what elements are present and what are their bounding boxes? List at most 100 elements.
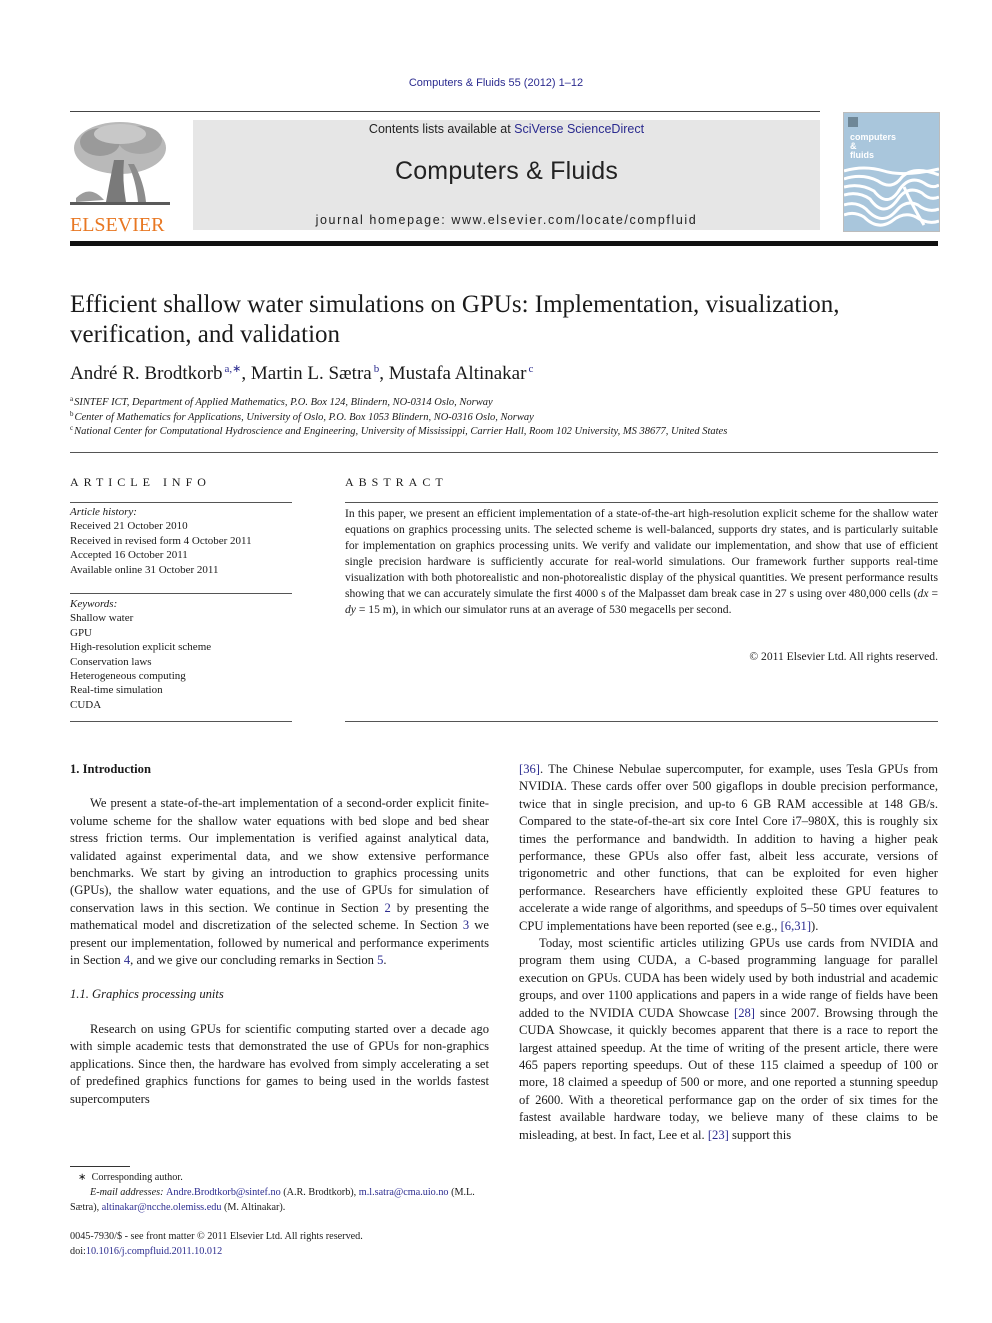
text-segment: , and we give our concluding remarks in …	[130, 953, 378, 968]
affiliation-text: SINTEF ICT, Department of Applied Mathem…	[74, 397, 493, 408]
header-thick-rule	[70, 241, 938, 246]
issn-line: 0045-7930/$ - see front matter © 2011 El…	[70, 1231, 363, 1242]
paragraph: We present a state-of-the-art implementa…	[70, 795, 489, 969]
journal-name: Computers & Fluids	[394, 157, 619, 185]
email-link[interactable]: Andre.Brodtkorb@sintef.no	[166, 1187, 281, 1198]
footnote-text: Corresponding author.	[91, 1172, 183, 1183]
citation-link[interactable]: [23]	[708, 1128, 729, 1142]
email-owner: (A.R. Brodtkorb),	[280, 1187, 359, 1198]
author-affiliation-marker[interactable]: a,∗	[225, 363, 242, 375]
keyword-item: CUDA	[70, 698, 102, 711]
author-name: André R. Brodtkorb	[70, 363, 223, 384]
author-name: Mustafa Altinakar	[388, 363, 527, 384]
running-head[interactable]: Computers & Fluids 55 (2012) 1–12	[0, 77, 992, 89]
footnotes: ∗ Corresponding author. E-mail addresses…	[70, 1170, 490, 1215]
abstract-text-segment: ), in which our simulator runs at an ave…	[391, 603, 732, 616]
affiliation-key: c	[70, 424, 74, 432]
email-link[interactable]: altinakar@ncche.olemiss.edu	[102, 1202, 222, 1213]
text-segment: since 2007. Browsing through the CUDA Sh…	[519, 1005, 938, 1142]
math-variable: dy	[345, 603, 356, 616]
affiliation: cNational Center for Computational Hydro…	[70, 424, 727, 437]
keyword-item: Heterogeneous computing	[70, 670, 186, 683]
email-label: E-mail addresses:	[90, 1187, 167, 1198]
text-segment: We present a state-of-the-art implementa…	[70, 796, 489, 915]
doi-link[interactable]: 10.1016/j.compfluid.2011.10.012	[86, 1246, 222, 1257]
affiliation-text: Center of Mathematics for Applications, …	[74, 412, 534, 423]
journal-banner: Contents lists available at SciVerse Sci…	[193, 120, 820, 230]
abstract-text-segment: In this paper, we present an efficient i…	[345, 507, 938, 600]
cover-title: computers & fluids	[850, 133, 896, 160]
keyword-item: Shallow water	[70, 612, 134, 625]
history-item: Available online 31 October 2011	[70, 563, 219, 576]
author-name: Martin L. Sætra	[250, 363, 372, 384]
section-heading: 1. Introduction	[70, 762, 151, 776]
affiliation-text: National Center for Computational Hydros…	[74, 426, 728, 437]
abstract-heading: ABSTRACT	[345, 475, 448, 489]
text-segment: support this	[728, 1127, 792, 1142]
cover-title-line: fluids	[850, 150, 874, 160]
affiliation: aSINTEF ICT, Department of Applied Mathe…	[70, 395, 493, 408]
citation-link[interactable]: [28]	[734, 1006, 755, 1020]
citation-link[interactable]: [36]	[519, 762, 540, 776]
corresponding-author-note: ∗ Corresponding author.	[70, 1170, 490, 1185]
email-link[interactable]: m.l.satra@cma.uio.no	[359, 1187, 449, 1198]
citation-link[interactable]: [6,31]	[781, 919, 811, 933]
author-affiliation-marker[interactable]: c	[528, 363, 533, 375]
keywords-label: Keywords:	[70, 598, 118, 610]
sciencedirect-link[interactable]: SciVerse ScienceDirect	[514, 122, 644, 136]
history-item: Received in revised form 4 October 2011	[70, 534, 252, 547]
text-segment: ).	[811, 918, 819, 933]
text-segment: . The Chinese Nebulae supercomputer, for…	[519, 762, 938, 933]
affiliation-key: b	[70, 410, 74, 418]
abstract-rule	[345, 721, 938, 722]
abstract-text: In this paper, we present an efficient i…	[345, 506, 938, 618]
elsevier-wordmark: ELSEVIER	[70, 214, 165, 236]
body-column-right: [36]. The Chinese Nebulae supercomputer,…	[519, 761, 938, 1144]
article-info-rule	[70, 593, 292, 594]
text-segment: Research on using GPUs for scientific co…	[70, 1021, 489, 1106]
article-info-rule	[70, 721, 292, 722]
keyword-item: High-resolution explicit scheme	[70, 641, 212, 654]
journal-cover-image[interactable]: computers & fluids	[843, 112, 940, 232]
footnote-rule	[70, 1166, 130, 1167]
keyword-item: GPU	[70, 626, 93, 639]
publisher-logo[interactable]: ELSEVIER	[70, 120, 170, 236]
cover-wave-pattern-icon	[844, 113, 939, 231]
keywords: Keywords: Shallow water GPU High-resolut…	[70, 597, 292, 712]
contents-availability: Contents lists available at SciVerse Sci…	[193, 122, 820, 136]
affiliation: bCenter of Mathematics for Applications,…	[70, 410, 534, 423]
math-variable: dx	[917, 587, 929, 600]
section-divider	[70, 452, 938, 453]
email-owner: (M. Altinakar).	[221, 1202, 286, 1213]
paragraph: Research on using GPUs for scientific co…	[70, 1021, 489, 1108]
article-title: Efficient shallow water simulations on G…	[70, 291, 840, 348]
history-item: Accepted 16 October 2011	[70, 549, 188, 562]
affiliation-key: a	[70, 395, 74, 403]
paragraph: [36]. The Chinese Nebulae supercomputer,…	[519, 761, 938, 935]
elsevier-tree-icon	[70, 120, 170, 208]
doi-line: doi:10.1016/j.compfluid.2011.10.012	[70, 1244, 490, 1259]
article-info-heading: ARTICLE INFO	[70, 475, 211, 489]
header-rule	[70, 111, 820, 112]
author-list: André R. Brodtkorb a,∗, Martin L. Sætra b,…	[70, 363, 534, 384]
text-segment: .	[383, 953, 387, 968]
footnote-mark: ∗	[78, 1172, 87, 1183]
abstract-text-segment: = 15 m	[355, 603, 392, 616]
front-matter: 0045-7930/$ - see front matter © 2011 El…	[70, 1229, 490, 1259]
contents-prefix: Contents lists available at	[368, 122, 515, 136]
subsection-heading: 1.1. Graphics processing units	[70, 987, 224, 1002]
abstract-text-segment: =	[928, 587, 938, 600]
email-addresses: E-mail addresses: Andre.Brodtkorb@sintef…	[70, 1185, 490, 1215]
journal-homepage[interactable]: journal homepage: www.elsevier.com/locat…	[193, 213, 820, 227]
author-affiliation-marker[interactable]: b	[374, 363, 380, 375]
keyword-item: Conservation laws	[70, 655, 152, 668]
article-info-rule	[70, 502, 292, 503]
doi-prefix: doi:	[70, 1246, 86, 1257]
keyword-item: Real-time simulation	[70, 684, 163, 697]
abstract-copyright: © 2011 Elsevier Ltd. All rights reserved…	[749, 650, 938, 663]
article-history: Article history: Received 21 October 201…	[70, 505, 292, 577]
article-history-label: Article history:	[70, 506, 137, 518]
body-column-left: 1. Introduction We present a state-of-th…	[70, 761, 489, 1108]
history-item: Received 21 October 2010	[70, 520, 188, 533]
abstract-rule	[345, 502, 938, 503]
